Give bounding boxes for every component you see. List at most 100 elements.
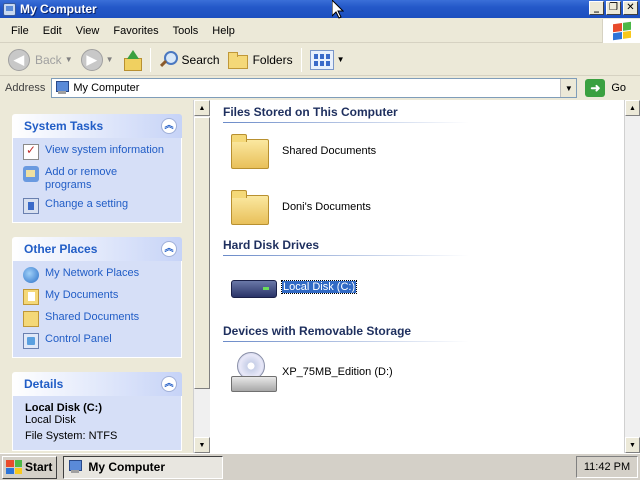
start-button[interactable]: Start — [2, 455, 58, 479]
place-control-panel[interactable]: Control Panel — [23, 333, 173, 349]
scroll-down-icon[interactable]: ▼ — [625, 437, 640, 453]
item-shared-documents[interactable]: Shared Documents — [223, 123, 624, 179]
group-title-hard-disks: Hard Disk Drives — [223, 238, 468, 256]
task-add-remove-programs[interactable]: Add or remove programs — [23, 166, 173, 192]
address-label: Address — [5, 82, 46, 94]
system-tasks-panel: System Tasks ︽ View system information A… — [12, 114, 182, 223]
collapse-chevron-icon[interactable]: ︽ — [161, 118, 177, 134]
my-computer-icon — [3, 2, 16, 16]
details-item-name: Local Disk (C:) — [25, 402, 103, 414]
control-panel-icon — [23, 198, 39, 214]
address-bar: Address My Computer ▼ ➜ Go — [0, 77, 640, 99]
title-bar[interactable]: My Computer _ ❐ ✕ — [0, 0, 640, 18]
back-button[interactable]: ◀ Back ▼ — [4, 47, 77, 73]
place-my-network-places[interactable]: My Network Places — [23, 267, 173, 283]
window-controls: _ ❐ ✕ — [589, 1, 638, 15]
system-tray: 11:42 PM — [576, 456, 638, 478]
item-label: Doni's Documents — [282, 201, 371, 213]
start-label: Start — [25, 460, 53, 474]
task-view-system-information[interactable]: View system information — [23, 143, 173, 160]
menu-help[interactable]: Help — [205, 25, 242, 37]
folders-button[interactable]: Folders — [224, 47, 297, 73]
menu-favorites[interactable]: Favorites — [106, 25, 165, 37]
other-places-panel: Other Places ︽ My Network Places My Docu… — [12, 237, 182, 358]
collapse-chevron-icon[interactable]: ︽ — [161, 376, 177, 392]
close-button[interactable]: ✕ — [623, 1, 638, 15]
maximize-button[interactable]: ❐ — [606, 1, 621, 15]
windows-logo-icon — [602, 19, 640, 43]
add-remove-programs-icon — [23, 166, 39, 182]
place-shared-documents[interactable]: Shared Documents — [23, 311, 173, 327]
details-title: Details — [24, 377, 64, 391]
system-info-icon — [23, 143, 39, 160]
windows-logo-icon — [6, 460, 22, 474]
details-body: Local Disk (C:) Local Disk File System: … — [12, 396, 182, 451]
clock[interactable]: 11:42 PM — [584, 461, 630, 473]
item-cd-drive-d[interactable]: XP_75MB_Edition (D:) — [223, 342, 624, 402]
shared-folder-icon — [23, 311, 39, 327]
up-button[interactable] — [118, 47, 146, 73]
menu-view[interactable]: View — [69, 25, 107, 37]
details-panel: Details ︽ Local Disk (C:) Local Disk Fil… — [12, 372, 182, 451]
group-title-removable: Devices with Removable Storage — [223, 324, 468, 342]
item-local-disk-c[interactable]: Local Disk (C:) — [223, 256, 624, 318]
network-places-icon — [23, 267, 39, 283]
forward-arrow-icon: ▶ — [80, 48, 103, 71]
hard-disk-icon — [229, 267, 277, 307]
place-label: Control Panel — [45, 333, 112, 345]
window-title: My Computer — [20, 2, 97, 16]
menu-tools[interactable]: Tools — [166, 25, 206, 37]
search-label: Search — [181, 52, 220, 67]
group-title-files: Files Stored on This Computer — [223, 105, 468, 123]
content-pane: Files Stored on This Computer Shared Doc… — [210, 100, 624, 453]
task-change-a-setting[interactable]: Change a setting — [23, 198, 173, 214]
scroll-down-icon[interactable]: ▼ — [194, 437, 210, 453]
task-label: View system information — [45, 144, 165, 156]
task-label: Change a setting — [45, 198, 129, 210]
toolbar-separator — [149, 47, 151, 72]
back-label: Back — [35, 52, 62, 67]
up-folder-icon — [122, 49, 142, 71]
task-pane: System Tasks ︽ View system information A… — [0, 100, 193, 453]
toolbar: ◀ Back ▼ ▶ ▼ Search Folders ▼ — [0, 44, 640, 76]
collapse-chevron-icon[interactable]: ︽ — [161, 241, 177, 257]
menu-file[interactable]: File — [4, 25, 36, 37]
go-label: Go — [611, 82, 627, 94]
views-button[interactable]: ▼ — [306, 47, 349, 73]
minimize-button[interactable]: _ — [589, 1, 604, 15]
menu-edit[interactable]: Edit — [36, 25, 69, 37]
scroll-up-icon[interactable]: ▲ — [625, 100, 640, 116]
system-tasks-body: View system information Add or remove pr… — [12, 138, 182, 223]
system-tasks-header[interactable]: System Tasks ︽ — [12, 114, 182, 138]
search-button[interactable]: Search — [155, 47, 224, 73]
address-value: My Computer — [73, 82, 140, 94]
forward-dropdown-icon[interactable]: ▼ — [106, 55, 114, 64]
folders-label: Folders — [252, 52, 293, 67]
menu-bar: File Edit View Favorites Tools Help — [0, 19, 640, 43]
content-scrollbar[interactable]: ▲ ▼ — [624, 100, 640, 453]
taskbar: Start My Computer 11:42 PM — [0, 453, 640, 480]
details-file-system: File System: NTFS — [25, 430, 118, 442]
scroll-up-icon[interactable]: ▲ — [194, 100, 210, 116]
taskbar-window-button[interactable]: My Computer — [63, 455, 224, 479]
task-label: Add or remove programs — [45, 166, 118, 191]
address-input[interactable]: My Computer ▼ — [51, 78, 578, 98]
item-label: XP_75MB_Edition (D:) — [282, 366, 393, 378]
task-pane-scrollbar[interactable]: ▲ ▼ — [193, 100, 210, 453]
item-label: Shared Documents — [282, 145, 377, 157]
other-places-header[interactable]: Other Places ︽ — [12, 237, 182, 261]
place-my-documents[interactable]: My Documents — [23, 289, 173, 305]
details-item-type: Local Disk — [25, 414, 76, 426]
go-button[interactable]: ➜ Go — [585, 79, 626, 97]
address-dropdown-icon[interactable]: ▼ — [560, 79, 577, 97]
go-arrow-icon: ➜ — [585, 79, 606, 97]
folder-icon — [229, 187, 269, 227]
details-header[interactable]: Details ︽ — [12, 372, 182, 396]
system-tasks-title: System Tasks — [24, 119, 104, 133]
scroll-thumb[interactable] — [194, 117, 210, 389]
place-label: Shared Documents — [45, 311, 140, 323]
forward-button[interactable]: ▶ ▼ — [77, 47, 118, 73]
item-donis-documents[interactable]: Doni's Documents — [223, 179, 624, 235]
views-dropdown-icon[interactable]: ▼ — [337, 55, 345, 64]
back-dropdown-icon[interactable]: ▼ — [65, 55, 73, 64]
